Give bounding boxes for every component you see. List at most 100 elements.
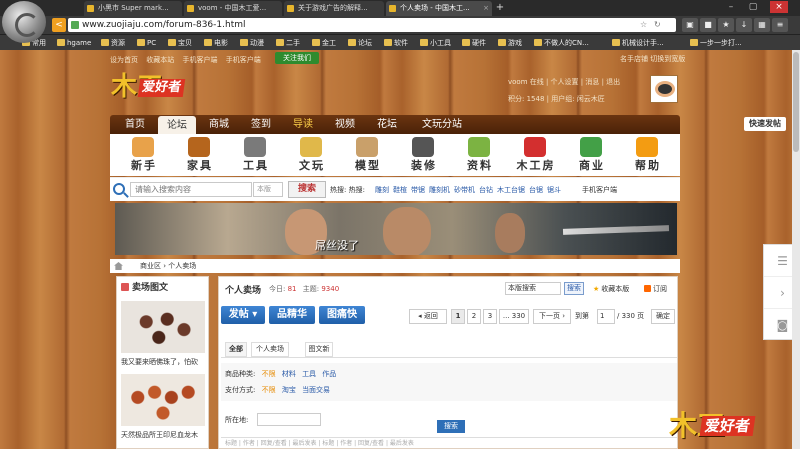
filter-option[interactable]: 淘宝 [282,386,296,394]
bookmark-star-icon[interactable]: ☆ [640,18,647,32]
hot-search-link[interactable]: 砂带机 [454,186,475,194]
hot-search-link[interactable]: 木工台锯 [497,186,525,194]
goto-page-input[interactable]: 1 [597,309,615,324]
thumbnail-caption[interactable]: 天然极品所王印尼血龙木 [121,430,198,440]
new-post-button[interactable]: 发帖 ▾ [221,306,265,324]
beads-thumbnail[interactable] [121,301,205,353]
hot-search-link[interactable]: 锯斗 [547,186,561,194]
download-icon[interactable]: ↓ [736,18,752,32]
category-item[interactable]: 新手 [118,134,170,176]
category-item[interactable]: 工具 [230,134,282,176]
banner-image[interactable]: 屌丝没了 [115,203,677,255]
category-item[interactable]: 木工房 [510,134,562,176]
location-input[interactable] [257,413,321,426]
close-tab-icon[interactable]: × [483,1,489,16]
top-right-links[interactable]: 名手店铺 切换到宽版 [620,54,685,64]
bookmark-folder[interactable]: 宝贝 [168,37,192,49]
nav-item-wenwan[interactable]: 文玩分站 [412,115,472,134]
page-2[interactable]: 2 [467,309,481,324]
maximize-icon[interactable]: ▢ [744,1,762,13]
scrollbar-thumb[interactable] [793,52,799,152]
breadcrumb-path[interactable]: 商业区 › 个人卖场 [140,262,196,270]
search-input[interactable] [130,182,252,197]
bookmark-folder[interactable]: 硬件 [462,37,486,49]
bookmark-folder[interactable]: 小工具 [420,37,451,49]
page-3[interactable]: 3 [483,309,497,324]
lock-icon[interactable]: ■ [700,18,716,32]
refresh-icon[interactable]: ↻ [654,18,661,32]
mobile-client-link-2[interactable]: 手机客户端 [226,56,261,64]
nav-item-home[interactable]: 首页 [116,115,154,134]
search-scope-select[interactable]: 本版 [253,182,283,197]
nav-item-guide[interactable]: 导读 [284,115,322,134]
bookmark-folder[interactable]: 资源 [101,37,125,49]
home-icon[interactable] [114,262,123,270]
back-button[interactable]: < [52,18,66,32]
category-item[interactable]: 文玩 [286,134,338,176]
star-icon[interactable]: ★ [718,18,734,32]
hot-search-link[interactable]: 带锯 [411,186,425,194]
browser-menu-logo-icon[interactable] [2,1,46,43]
search-button[interactable]: 搜索 [288,181,326,198]
beads-thumbnail[interactable] [121,374,205,426]
set-home-link[interactable]: 设为首页 [110,56,138,64]
bookmark-folder[interactable]: 二手 [276,37,300,49]
avatar[interactable] [650,75,678,103]
bookmark-folder[interactable]: 论坛 [348,37,372,49]
category-item[interactable]: 帮助 [622,134,674,176]
location-search-button[interactable]: 搜索 [437,420,465,433]
next-page-button[interactable]: 下一页 › [533,309,571,324]
goto-confirm-button[interactable]: 确定 [651,309,675,324]
user-links[interactable]: voom 在线 | 个人设置 | 消息 | 退出 [508,74,648,91]
nav-item-video[interactable]: 视频 [326,115,364,134]
nav-item-mall[interactable]: 商城 [200,115,238,134]
hot-search-link[interactable]: 台锯 [529,186,543,194]
category-item[interactable]: 资料 [454,134,506,176]
page-scrollbar[interactable] [792,50,800,449]
filter-option[interactable]: 作品 [322,370,336,378]
site-logo[interactable]: 木工 爱好者 [111,71,211,105]
category-item[interactable]: 家具 [174,134,226,176]
bookmark-folder[interactable]: 机械设计手... [612,37,664,49]
menu-icon[interactable]: ≡ [772,18,788,32]
filter-option[interactable]: 当面交易 [302,386,330,394]
page-1[interactable]: 1 [451,309,465,324]
category-item[interactable]: 模型 [342,134,394,176]
hot-search-link[interactable]: 台钻 [479,186,493,194]
image-mode-button[interactable]: 图痛快 [319,306,365,324]
rss-link[interactable]: 订阅 [644,284,667,294]
hot-search-link[interactable]: 雕刻机 [429,186,450,194]
category-item[interactable]: 商业 [566,134,618,176]
ext-icon[interactable]: ▣ [682,18,698,32]
category-item[interactable]: 装修 [398,134,450,176]
filter-option[interactable]: 材料 [282,370,296,378]
bookmark-folder[interactable]: PC [137,37,156,49]
thumbnail-caption[interactable]: 我又要来晒佛珠了，怕砍 [121,357,198,367]
tab-new-images[interactable]: 图文新 [305,342,333,357]
filter-option[interactable]: 不限 [262,386,276,394]
browser-tab[interactable]: 小黑市 Super mark... [84,1,182,16]
browser-tab-active[interactable]: 个人卖场 - 中国木工... × [386,1,492,16]
forum-search-input[interactable]: 本版搜索 [505,282,561,295]
quick-post-button[interactable]: 快速发帖 [744,117,786,131]
favorite-forum-link[interactable]: 收藏本版 [593,284,629,294]
forum-search-button[interactable]: 搜索 [564,282,584,295]
bookmark-folder[interactable]: 金工 [312,37,336,49]
bookmark-folder[interactable]: 动漫 [240,37,264,49]
filter-option[interactable]: 不限 [262,370,276,378]
favorite-site-link[interactable]: 收藏本站 [146,56,174,64]
page-back-button[interactable]: ◂ 返回 [409,309,447,324]
bookmark-folder[interactable]: 不做人的CN... [534,37,589,49]
mobile-client-link[interactable]: 手机客户端 [582,185,617,195]
mobile-client-link[interactable]: 手机客户端 [182,56,217,64]
bookmark-folder[interactable]: 电影 [204,37,228,49]
nav-item-checkin[interactable]: 签到 [242,115,280,134]
nav-item-garden[interactable]: 花坛 [368,115,406,134]
bookmark-folder[interactable]: 一步一步打... [690,37,742,49]
new-tab-button[interactable]: + [493,1,507,15]
tab-personal-store[interactable]: 个人卖场 [251,342,289,357]
hot-search-link[interactable]: 雕刻 [375,186,389,194]
address-bar[interactable]: www.zuojiaju.com/forum-836-1.html ☆ ↻ [68,18,676,32]
bookmark-folder[interactable]: hgame [57,37,91,49]
bookmark-folder[interactable]: 软件 [384,37,408,49]
